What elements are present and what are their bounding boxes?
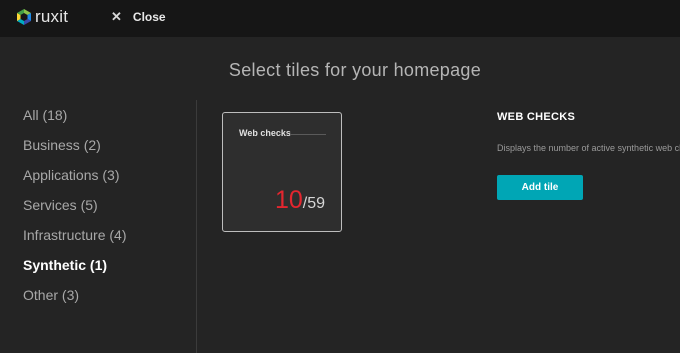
sidebar-item-other[interactable]: Other (3) xyxy=(23,287,79,303)
tile-divider xyxy=(290,134,326,135)
ruxit-logo[interactable]: ruxit xyxy=(15,8,68,26)
sidebar-item-services[interactable]: Services (5) xyxy=(23,197,98,213)
tile-title: Web checks xyxy=(239,128,291,138)
page-title: Select tiles for your homepage xyxy=(228,60,482,80)
detail-description: Displays the number of active synthetic … xyxy=(497,143,680,153)
sidebar-item-applications[interactable]: Applications (3) xyxy=(23,167,120,183)
logo-icon xyxy=(17,9,31,25)
logo-text: ruxit xyxy=(35,7,69,26)
sidebar-item-synthetic[interactable]: Synthetic (1) xyxy=(23,257,107,273)
tile-active-count: 10 xyxy=(274,186,303,214)
tile-value: 10/59 xyxy=(275,186,325,215)
category-sidebar: All (18) Business (2) Applications (3) S… xyxy=(0,100,197,353)
sidebar-item-business[interactable]: Business (2) xyxy=(23,137,101,153)
tile-total-count: /59 xyxy=(302,195,325,212)
detail-title: WEB CHECKS xyxy=(497,111,576,123)
top-bar: ruxit ✕ Close xyxy=(0,0,680,37)
add-tile-button[interactable]: Add tile xyxy=(497,175,583,200)
sidebar-item-all[interactable]: All (18) xyxy=(23,107,67,123)
close-icon: ✕ xyxy=(111,9,122,24)
close-button[interactable]: ✕ Close xyxy=(111,9,166,25)
close-label: Close xyxy=(132,10,166,24)
web-checks-tile[interactable]: Web checks 10/59 xyxy=(222,112,342,232)
sidebar-item-infrastructure[interactable]: Infrastructure (4) xyxy=(23,227,126,243)
